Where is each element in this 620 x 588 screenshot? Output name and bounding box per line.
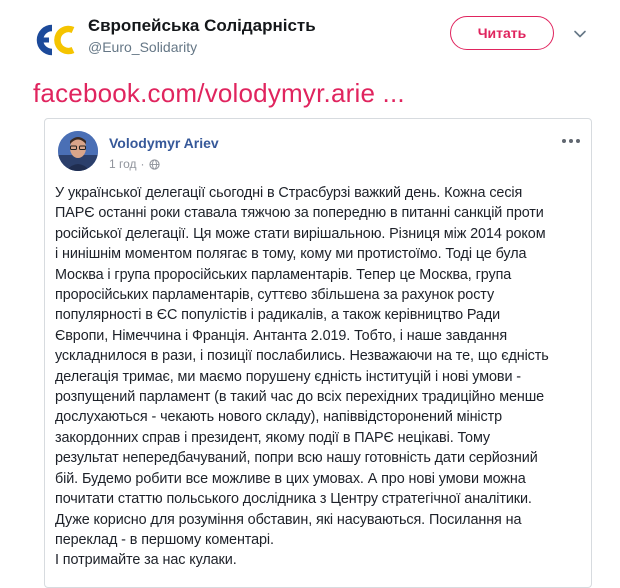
post-line: переклад - в першому коментарі. (55, 531, 274, 548)
globe-icon (148, 158, 160, 170)
post-line: бій. Будемо робити все можливе в цих умо… (55, 470, 526, 487)
tweet-author-name[interactable]: Європейська Солідарність (88, 16, 316, 36)
tweet-header: Європейська Солідарність @Euro_Solidarit… (0, 0, 620, 70)
tweet-link[interactable]: facebook.com/volodymyr.arie ... (33, 78, 405, 109)
european-solidarity-logo-icon[interactable] (33, 22, 75, 58)
post-line: закордонних справ і президент, якому под… (55, 429, 491, 446)
post-line: Москва і група проросійських парламентар… (55, 266, 512, 283)
post-line: ускладнилося в рази, і позиції послабили… (55, 348, 549, 365)
post-line: популярності в ЄС популістів і радикалів… (55, 307, 501, 324)
facebook-author-name[interactable]: Volodymyr Ariev (109, 135, 219, 151)
post-line: У української делегації сьогодні в Страс… (55, 185, 523, 201)
post-timestamp[interactable]: 1 год · (109, 157, 160, 171)
follow-button[interactable]: Читать (450, 16, 554, 50)
avatar-portrait-icon (58, 131, 98, 171)
post-time-text[interactable]: 1 год (109, 157, 137, 171)
facebook-post-card: Volodymyr Ariev 1 год · У української де… (44, 118, 592, 588)
post-line: розпущений парламент (в такий час до всі… (55, 389, 545, 406)
tweet-author-handle[interactable]: @Euro_Solidarity (88, 39, 197, 55)
post-body: У української делегації сьогодні в Страс… (55, 183, 575, 571)
more-options-icon[interactable] (561, 137, 581, 145)
post-line: Європи, Німеччина і Франція. Антанта 2.0… (55, 327, 508, 344)
post-line: російської делегації. Ця може стати вирі… (55, 225, 546, 242)
post-line: делегація тримає, ми маємо порушену єдні… (55, 368, 521, 385)
post-line: почитати статтю польського дослідника з … (55, 491, 532, 508)
avatar[interactable] (58, 131, 98, 171)
post-line: і нинішнім моментом полягає в тому, кому… (55, 246, 527, 263)
post-line: результат непередбачуваний, попри всю на… (55, 450, 538, 467)
post-line: проросійських парламентарів, суттєво збі… (55, 287, 495, 304)
post-line: ПАРЄ останні роки ставала тяжчою за попе… (55, 205, 544, 222)
post-line: Дуже корисно для розуміння обставин, які… (55, 511, 522, 528)
chevron-down-icon[interactable] (572, 26, 588, 42)
post-line: дослухаються - чекають нового складу), н… (55, 409, 503, 426)
post-time-separator: · (140, 157, 145, 171)
